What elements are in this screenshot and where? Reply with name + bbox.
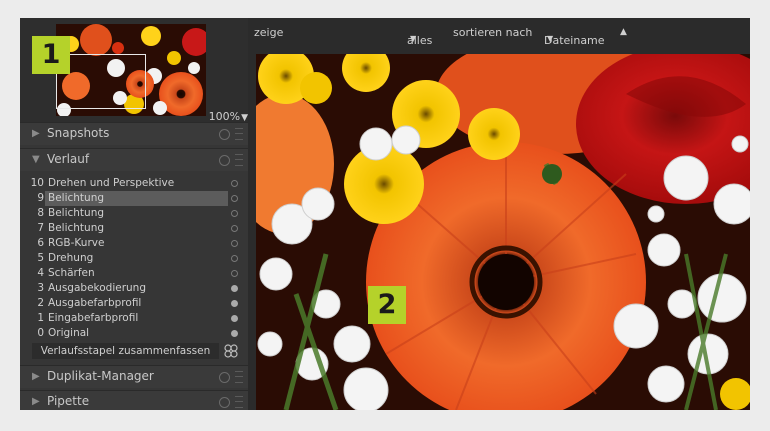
reset-icon[interactable]: [219, 155, 230, 166]
module-header-duplicate-manager[interactable]: ▶ Duplikat-Manager: [20, 365, 248, 388]
history-item[interactable]: 0 Original: [20, 326, 248, 341]
module-enabled-icon: [231, 285, 238, 292]
image-canvas[interactable]: 2: [256, 54, 750, 410]
chevron-down-icon: ▼: [410, 34, 417, 43]
history-item[interactable]: 3 Ausgabekodierung: [20, 281, 248, 296]
history-item-number: 0: [37, 327, 44, 339]
module-status-icon: [231, 240, 238, 247]
history-item-label: Schärfen: [48, 267, 95, 279]
history-item-label: Belichtung: [48, 207, 105, 219]
history-item-label: Original: [48, 327, 90, 339]
flower-photo: [256, 54, 750, 410]
presets-icon[interactable]: [235, 396, 243, 408]
expand-arrow-icon: ▶: [32, 396, 40, 407]
history-item[interactable]: 7 Belichtung: [20, 221, 248, 236]
history-item[interactable]: 10 Drehen und Perspektive: [20, 176, 248, 191]
sort-direction-toggle[interactable]: ▲: [620, 27, 627, 37]
module-status-icon: [231, 195, 238, 202]
history-item-number: 8: [37, 207, 44, 219]
presets-icon[interactable]: [235, 154, 243, 166]
history-item-number: 7: [37, 222, 44, 234]
darktable-window: 1 100%▼ ▶ Snapshots ▼ Verlauf 10 Drehen u…: [20, 18, 750, 410]
create-style-icon[interactable]: [224, 344, 238, 358]
module-status-icon: [231, 180, 238, 187]
presets-icon[interactable]: [235, 371, 243, 383]
history-item[interactable]: 6 RGB-Kurve: [20, 236, 248, 251]
module-status-icon: [231, 270, 238, 277]
history-item[interactable]: 1 Eingabefarbprofil: [20, 311, 248, 326]
module-enabled-icon: [231, 315, 238, 322]
history-item-label: Eingabefarbprofil: [48, 312, 139, 324]
reset-icon[interactable]: [219, 372, 230, 383]
history-item[interactable]: 5 Drehung: [20, 251, 248, 266]
chevron-down-icon: ▼: [547, 34, 554, 43]
module-title-snapshots: Snapshots: [47, 126, 110, 140]
history-item-number: 9: [37, 192, 44, 204]
history-item-number: 5: [37, 252, 44, 264]
left-panel: 1 100%▼ ▶ Snapshots ▼ Verlauf 10 Drehen u…: [20, 18, 248, 410]
expand-arrow-icon: ▶: [32, 128, 40, 139]
history-item-label: Belichtung: [48, 192, 105, 204]
history-item-label: Belichtung: [48, 222, 105, 234]
history-item-label: Drehung: [48, 252, 94, 264]
presets-icon[interactable]: [235, 128, 243, 140]
module-enabled-icon: [231, 330, 238, 337]
callout-badge-2: 2: [368, 286, 406, 324]
show-label: zeige: [254, 26, 284, 39]
callout-badge-1: 1: [32, 36, 70, 74]
history-item-number: 10: [30, 177, 44, 189]
history-item[interactable]: 9 Belichtung: [20, 191, 248, 206]
history-item[interactable]: 4 Schärfen: [20, 266, 248, 281]
navigation-module: 1 100%▼: [20, 18, 248, 123]
history-item-label: RGB-Kurve: [48, 237, 105, 249]
history-item-number: 3: [37, 282, 44, 294]
collapse-arrow-icon: ▼: [32, 154, 40, 165]
compress-history-button[interactable]: Verlaufsstapel zusammenfassen: [32, 343, 219, 359]
reset-icon[interactable]: [219, 129, 230, 140]
history-item[interactable]: 2 Ausgabefarbprofil: [20, 296, 248, 311]
history-item[interactable]: 8 Belichtung: [20, 206, 248, 221]
expand-arrow-icon: ▶: [32, 371, 40, 382]
sort-label: sortieren nach: [453, 26, 533, 39]
history-item-number: 6: [37, 237, 44, 249]
module-title-pipette: Pipette: [47, 394, 90, 408]
reset-icon[interactable]: [219, 397, 230, 408]
module-status-icon: [231, 255, 238, 262]
module-status-icon: [231, 210, 238, 217]
module-title-history: Verlauf: [47, 152, 90, 166]
history-item-label: Ausgabefarbprofil: [48, 297, 142, 309]
module-header-pipette[interactable]: ▶ Pipette: [20, 390, 248, 410]
history-item-number: 4: [37, 267, 44, 279]
history-list: 10 Drehen und Perspektive 9 Belichtung 8 Beli…: [20, 176, 248, 341]
history-item-label: Ausgabekodierung: [48, 282, 146, 294]
history-item-label: Drehen und Perspektive: [48, 177, 175, 189]
module-status-icon: [231, 225, 238, 232]
main-area: zeige alles ▼ sortieren nach Dateiname ▼ ▲: [248, 18, 750, 410]
history-item-number: 2: [37, 297, 44, 309]
history-item-number: 1: [37, 312, 44, 324]
module-header-history[interactable]: ▼ Verlauf: [20, 148, 248, 171]
module-enabled-icon: [231, 300, 238, 307]
module-header-snapshots[interactable]: ▶ Snapshots: [20, 122, 248, 145]
module-title-duplicate-manager: Duplikat-Manager: [47, 369, 154, 383]
top-filter-bar: zeige alles ▼ sortieren nach Dateiname ▼ ▲: [248, 18, 750, 47]
